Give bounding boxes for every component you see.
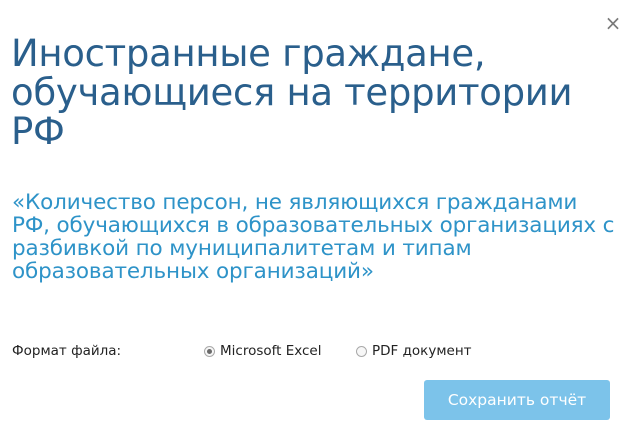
file-format-label: Формат файла: — [12, 343, 122, 359]
save-report-button[interactable]: Сохранить отчёт — [424, 380, 610, 420]
report-dialog: × Иностранные граждане, обучающиеся на т… — [0, 0, 624, 432]
file-format-row: Формат файла: Microsoft Excel PDF докуме… — [12, 343, 612, 361]
report-description: «Количество персон, не являющихся гражда… — [12, 190, 615, 284]
pdf-option-label: PDF документ — [372, 343, 472, 359]
format-option-excel[interactable]: Microsoft Excel — [204, 343, 322, 359]
pdf-radio[interactable] — [356, 345, 367, 357]
excel-radio[interactable] — [204, 345, 215, 357]
format-option-pdf[interactable]: PDF документ — [356, 343, 472, 359]
dialog-title: Иностранные граждане, обучающиеся на тер… — [11, 32, 573, 153]
close-icon[interactable]: × — [604, 13, 622, 33]
excel-option-label: Microsoft Excel — [220, 343, 322, 359]
